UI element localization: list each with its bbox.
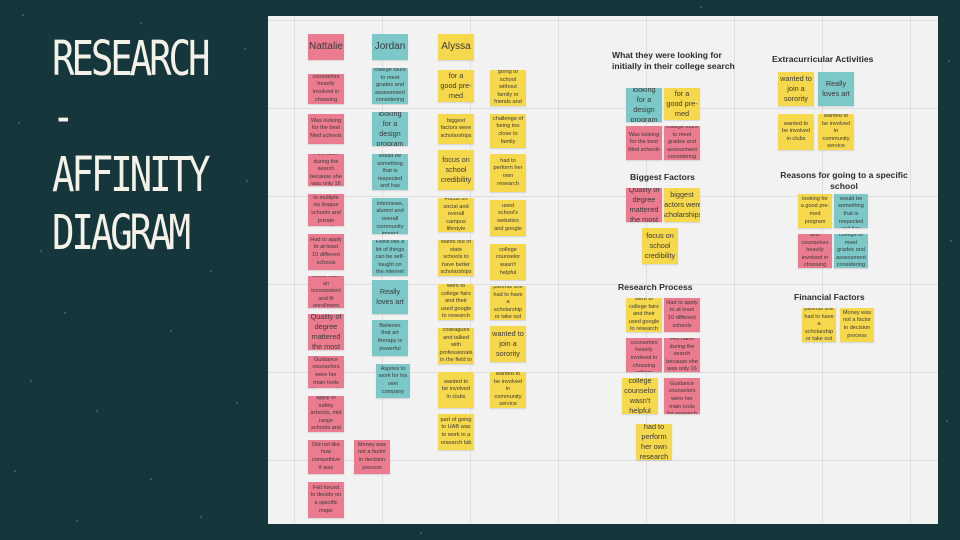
sticky-note[interactable]: Ideal college would be something that is… [372,154,408,190]
sticky-note[interactable]: Two Guidance counselors were her main to… [308,356,344,388]
sticky-note[interactable]: Went to college tours to meet grades and… [372,68,408,104]
sticky-note[interactable]: went to college fairs and their used goo… [626,298,662,332]
sticky-note[interactable]: Feels like a lot of things can be self-t… [372,240,408,276]
sticky-note[interactable]: Felt naive during the search because she… [664,338,700,372]
sticky-note[interactable]: Spoke to upperclass colleagues and talke… [438,328,474,364]
sticky-note[interactable]: wanted to be involved in clubs [438,372,474,408]
speckle [946,420,948,422]
sticky-note[interactable]: Felt naive during the search because she… [308,154,344,186]
group-heading-extracurricular: Extracurricular Activities [772,54,874,64]
speckle [420,532,422,534]
speckle [18,122,20,124]
speckle [22,14,24,16]
sticky-note[interactable]: looking for a good pre-med program [664,88,700,120]
column-name-nattalie[interactable]: Nattalie [308,34,344,60]
sticky-note[interactable]: Parents and counselors heavily involved … [798,234,832,268]
sticky-note[interactable]: challenge of going to school without fam… [490,70,526,106]
sticky-note[interactable]: Money was not a factor in decision proce… [354,440,390,474]
sticky-note[interactable]: Parents and counselors heavily involved … [626,338,662,372]
sticky-note[interactable]: looking for a good pre-med program [438,70,474,102]
speckle [140,22,142,24]
speckle [30,380,32,382]
sticky-note[interactable]: Really loves art [818,72,854,106]
speckle [96,410,98,412]
speckle [236,402,238,404]
speckle [14,470,16,472]
sticky-note[interactable]: Parents and counselors heavily involved … [308,74,344,104]
sticky-note[interactable]: was told by parents she had to have a sc… [802,308,836,342]
group-heading-reasons: Reasons for going to a specific school [780,170,908,192]
group-heading-financial: Financial Factors [794,292,865,302]
slide-title: RESEARCH - AFFINITY DIAGRAM [52,31,210,261]
sticky-note[interactable]: looking for a good pre-med program [798,194,832,228]
sticky-note[interactable]: went to college to meet grades and asses… [834,234,868,268]
sticky-note[interactable]: Was looking for the best Med schools [626,126,662,160]
sticky-note[interactable]: college counselor wasn't helpful [622,378,658,414]
sticky-note[interactable]: wanted to be involved in community servi… [818,114,854,150]
sticky-note[interactable]: wanted to join a sorority [778,72,814,106]
speckle [950,240,952,242]
sticky-note[interactable]: biggest factors were scholarships [438,114,474,144]
group-heading-research-process: Research Process [618,282,693,292]
sticky-note[interactable]: was told by parents she had to have a sc… [490,286,526,320]
sticky-note[interactable]: If not college board she would have an i… [308,276,344,308]
sticky-note[interactable]: Was looking for the best Med schools [308,114,344,144]
speckle [200,516,202,518]
sticky-note[interactable]: She applied to multiple ivy league schoo… [308,194,344,226]
sticky-note[interactable]: challenge of being too close to family [490,114,526,148]
sticky-note[interactable]: Felt forced to decide on a specific majo… [308,482,344,518]
sticky-note[interactable]: Two Guidance counselors were her main to… [664,378,700,414]
sticky-note[interactable]: Quality of degree mattered the most [626,188,662,222]
sticky-note[interactable]: college counselor wasn't helpful [490,244,526,280]
sticky-note[interactable]: Did not like how competitive it was [308,440,344,474]
sticky-note[interactable]: biggest factors were scholarships [664,188,700,222]
column-name-alyssa[interactable]: Alyssa [438,34,474,60]
sticky-note[interactable]: Money was not a factor in decision proce… [840,308,874,342]
sticky-note[interactable]: had to perform her own research [636,424,672,460]
sticky-note[interactable]: focus on school credibility [438,150,474,190]
speckle [210,270,212,272]
speckle [244,48,246,50]
group-heading-looking-for: What they were looking for initially in … [612,50,735,72]
sticky-note[interactable]: looking for a design program [372,112,408,146]
sticky-note[interactable]: Aspires to work for his own company [376,364,410,398]
speckle [700,6,702,8]
sticky-note[interactable]: Really loves art [372,280,408,314]
speckle [948,60,950,62]
speckle [170,330,172,332]
affinity-board[interactable]: Nattalie Parents and counselors heavily … [268,16,938,524]
sticky-note[interactable]: Believes that art therapy is powerful [372,320,408,356]
sticky-note[interactable]: wants out of state schools to have bette… [438,240,474,276]
sticky-note[interactable]: Had to apply to at least 10 different sc… [664,298,700,332]
speckle [76,520,78,522]
speckle [40,250,42,252]
group-heading-biggest-factors: Biggest Factors [630,172,695,182]
sticky-note[interactable]: wanted to be involved in clubs [778,114,814,150]
sticky-note[interactable]: Quality of degree mattered the most [308,314,344,350]
sticky-note[interactable]: Her school's interviews, alumni and over… [372,198,408,234]
sticky-note[interactable]: Had to apply to at least 10 different sc… [308,234,344,270]
sticky-note[interactable]: looking for a design program [626,88,662,122]
sticky-note[interactable]: had to perform her own research [490,154,526,192]
speckle [64,312,66,314]
sticky-note[interactable]: Went to college tours to meet grades and… [664,126,700,160]
sticky-note[interactable]: wanted to be involved in community servi… [490,372,526,408]
sticky-note[interactable]: focus on school credibility [642,228,678,264]
speckle [150,478,152,480]
sticky-note[interactable]: part of going to UAB was to work in a re… [438,414,474,450]
sticky-note[interactable]: Wet told to apply to safety schools, mid… [308,396,344,432]
column-name-jordan[interactable]: Jordan [372,34,408,60]
sticky-note[interactable]: wanted to join a sorority [490,326,526,362]
sticky-note[interactable]: used school's websites and google [490,200,526,236]
speckle [246,180,248,182]
sticky-note[interactable]: Ideal college would be something that is… [834,194,868,228]
sticky-note[interactable]: Focus on social and overall campus lifes… [438,198,474,232]
sticky-note[interactable]: went to college fairs and their used goo… [438,284,474,320]
